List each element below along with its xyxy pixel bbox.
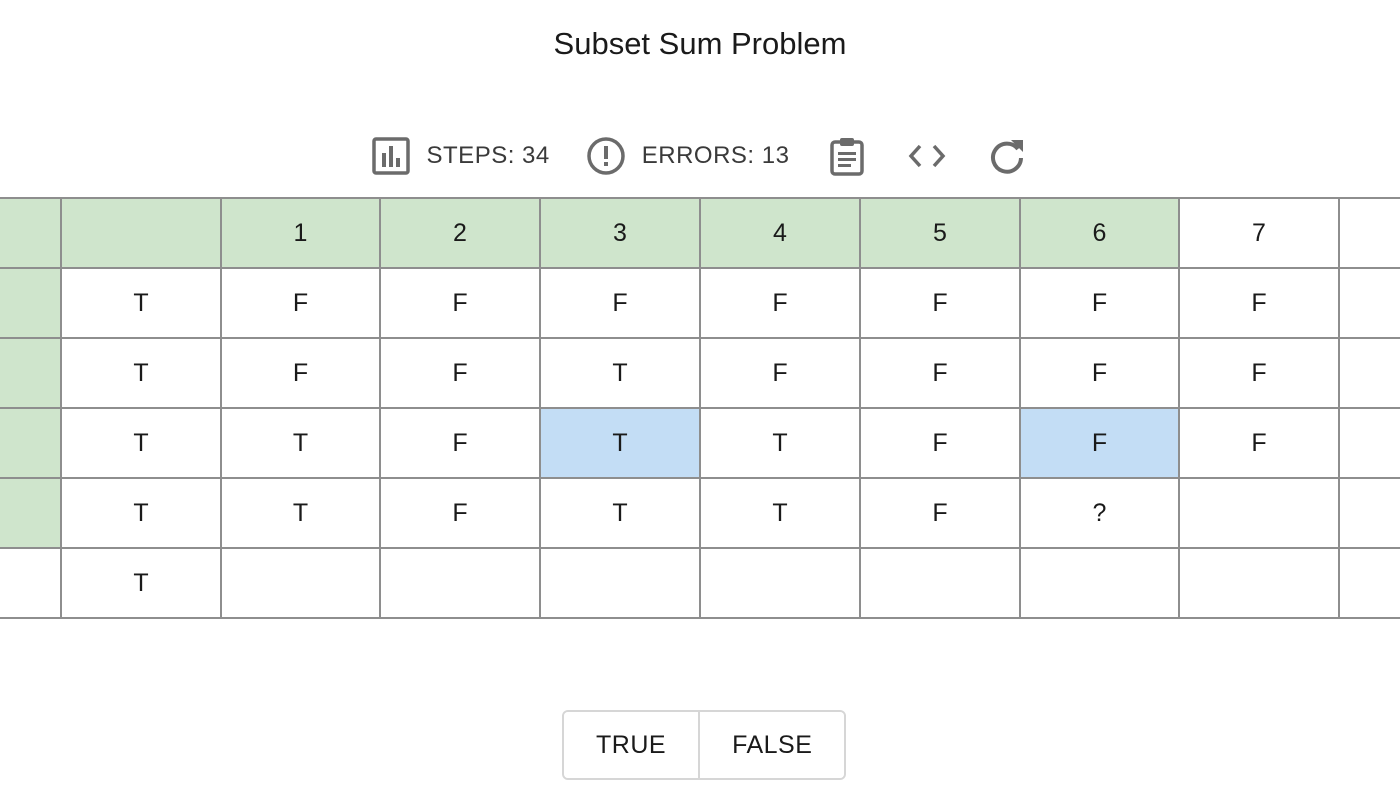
table-cell: F [1019, 337, 1180, 409]
table-cell: F [1019, 267, 1180, 339]
table-row: T [0, 547, 1400, 619]
header-cell: 2 [379, 197, 541, 269]
refresh-icon [991, 140, 1024, 174]
code-button[interactable] [903, 132, 951, 180]
row-header-cell [0, 337, 62, 409]
table-cell: F [859, 477, 1021, 549]
clipboard-icon [830, 138, 865, 176]
table-cell [1338, 407, 1400, 479]
table-cell [1019, 547, 1180, 619]
table-cell: T [60, 477, 222, 549]
table-row: T F F F F F F F [0, 267, 1400, 339]
header-cell: 4 [699, 197, 861, 269]
table-cell: F [539, 267, 701, 339]
highlighted-cell: F [1019, 407, 1180, 479]
header-cell: 7 [1178, 197, 1340, 269]
row-header-cell [0, 267, 62, 339]
current-cell[interactable]: ? [1019, 477, 1180, 549]
clipboard-button[interactable] [823, 132, 871, 180]
header-cell [60, 197, 222, 269]
table-cell [1178, 477, 1340, 549]
table-cell [379, 547, 541, 619]
table-cell: F [379, 477, 541, 549]
table-cell [539, 547, 701, 619]
table-cell [1338, 547, 1400, 619]
errors-count: ERRORS: 13 [641, 142, 790, 169]
table-cell: T [539, 477, 701, 549]
table-header-row: 1 2 3 4 5 6 7 [0, 197, 1400, 269]
table-cell: F [379, 407, 541, 479]
dp-table: 1 2 3 4 5 6 7 T F F F F F F F T F F T F … [0, 197, 1400, 619]
true-button[interactable]: TRUE [564, 712, 699, 778]
table-row: T T F T T F ? [0, 477, 1400, 549]
table-cell: F [859, 267, 1021, 339]
page-title: Subset Sum Problem [553, 26, 847, 61]
table-cell: T [539, 337, 701, 409]
table-cell: F [699, 267, 861, 339]
table-cell: T [60, 407, 222, 479]
code-icon [909, 144, 946, 168]
bar-chart-icon [371, 137, 410, 175]
table-cell: T [60, 547, 222, 619]
table-cell: F [1178, 407, 1340, 479]
header-cell [0, 197, 62, 269]
table-cell: T [60, 267, 222, 339]
table-row: T F F T F F F F [0, 337, 1400, 409]
false-button[interactable]: FALSE [698, 712, 845, 778]
table-cell: T [699, 477, 861, 549]
header-cell: 3 [539, 197, 701, 269]
table-cell [859, 547, 1021, 619]
table-cell: F [1178, 337, 1340, 409]
table-cell: F [1178, 267, 1340, 339]
steps-stat: STEPS: 34 [371, 132, 550, 180]
table-cell: T [220, 407, 381, 479]
header-cell: 6 [1019, 197, 1180, 269]
table-cell: F [379, 337, 541, 409]
row-header-cell [0, 407, 62, 479]
table-cell [699, 547, 861, 619]
table-cell: F [859, 407, 1021, 479]
table-cell: F [220, 267, 381, 339]
header-cell: 1 [220, 197, 381, 269]
table-cell: F [220, 337, 381, 409]
steps-count: STEPS: 34 [426, 142, 550, 169]
row-header-cell [0, 477, 62, 549]
table-cell: T [220, 477, 381, 549]
toolbar: STEPS: 34 ERRORS: 13 [0, 132, 1400, 180]
table-cell [1338, 477, 1400, 549]
page: Subset Sum Problem STEPS: 34 ERRORS: 13 [0, 0, 1400, 800]
highlighted-cell: T [539, 407, 701, 479]
table-cell: T [699, 407, 861, 479]
table-row: T T F T T F F F [0, 407, 1400, 479]
row-header-cell [0, 547, 62, 619]
table-cell: T [60, 337, 222, 409]
error-circle-icon [587, 137, 625, 175]
header-cell: 5 [859, 197, 1021, 269]
table-cell [220, 547, 381, 619]
table-cell: F [699, 337, 861, 409]
reset-button[interactable] [983, 132, 1031, 180]
table-cell: F [379, 267, 541, 339]
header-cell [1338, 197, 1400, 269]
table-cell [1338, 337, 1400, 409]
table-cell [1338, 267, 1400, 339]
answer-button-group: TRUE FALSE [562, 710, 847, 780]
table-cell: F [859, 337, 1021, 409]
errors-stat: ERRORS: 13 [586, 132, 790, 180]
table-cell [1178, 547, 1340, 619]
